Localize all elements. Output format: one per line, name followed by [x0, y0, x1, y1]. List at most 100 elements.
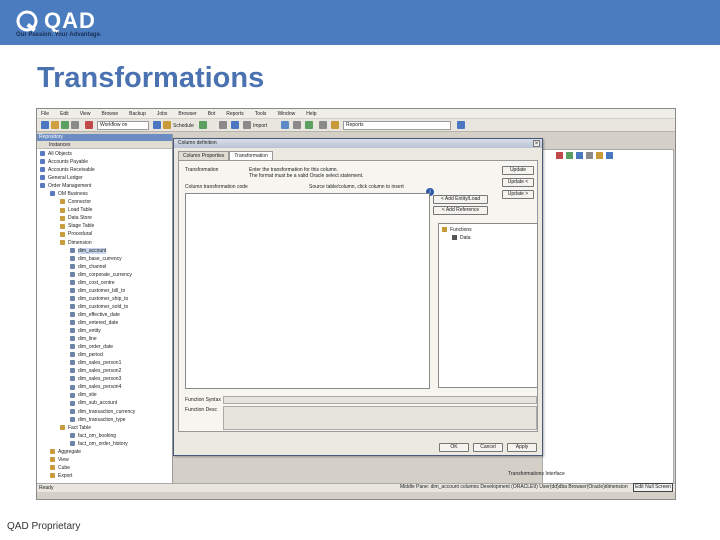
view-icon[interactable] [586, 152, 593, 159]
add-icon[interactable] [566, 152, 573, 159]
tree-item[interactable]: dim_cost_centre [37, 279, 173, 287]
workflow-field[interactable]: Workflow on [97, 121, 149, 130]
new-icon[interactable] [41, 121, 49, 129]
tab-transformation[interactable]: Transformation [229, 151, 273, 160]
tree-item[interactable]: dim_order_date [37, 343, 173, 351]
refresh-icon[interactable] [153, 121, 161, 129]
tree-item[interactable]: dim_corporate_currency [37, 271, 173, 279]
tree-item[interactable]: Cube [37, 464, 173, 472]
lock-icon[interactable] [243, 121, 251, 129]
menu-item-tools[interactable]: Tools [255, 111, 267, 117]
tree-item[interactable]: dim_base_currency [37, 255, 173, 263]
save-icon[interactable] [61, 121, 69, 129]
tree-item[interactable]: dim_transaction_type [37, 416, 173, 424]
tree-item[interactable]: dim_site [37, 391, 173, 399]
tree-item[interactable]: Accounts Payable [37, 158, 173, 166]
apply-button[interactable]: Apply [507, 443, 537, 452]
tree-tab-instances[interactable]: Instances [37, 141, 172, 149]
tree-item-label: Order Management [48, 183, 92, 190]
menu-item-jobs[interactable]: Jobs [157, 111, 168, 117]
tree-item[interactable]: View [37, 456, 173, 464]
import-label[interactable]: Import [253, 123, 267, 129]
tree-item[interactable]: fact_om_order_history [37, 440, 173, 448]
stop-icon[interactable] [85, 121, 93, 129]
menu-item-window[interactable]: Window [277, 111, 295, 117]
schedule-icon[interactable] [163, 121, 171, 129]
tree-item[interactable]: Aggregate [37, 448, 173, 456]
tree-item[interactable]: Load Table [37, 206, 173, 214]
schedule-label[interactable]: Schedule [173, 123, 194, 129]
ok-button[interactable]: OK [439, 443, 469, 452]
columns-icon[interactable] [293, 121, 301, 129]
tree-item[interactable]: Stage Table [37, 222, 173, 230]
tree-item-label: Cube [58, 464, 70, 471]
tree-item[interactable]: Fact Table [37, 424, 173, 432]
menu-item-bot[interactable]: Bot [208, 111, 216, 117]
tree-item-functions[interactable]: Functions [442, 227, 472, 233]
status-edit-button[interactable]: Edit Null Screen [633, 483, 673, 492]
tree-item-label: fact_om_order_history [78, 440, 128, 447]
tree-item[interactable]: dim_effective_date [37, 311, 173, 319]
menu-item-help[interactable]: Help [306, 111, 316, 117]
menu-item-browse[interactable]: Browse [101, 111, 118, 117]
print-icon[interactable] [71, 121, 79, 129]
tree-item[interactable]: Connector [37, 198, 173, 206]
copy-icon[interactable] [319, 121, 327, 129]
open-icon[interactable] [51, 121, 59, 129]
menu-item-backup[interactable]: Backup [129, 111, 146, 117]
tree-item[interactable]: dim_entered_date [37, 319, 173, 327]
tree-item[interactable]: dim_sub_account [37, 399, 173, 407]
menu-item-browser[interactable]: Browser [178, 111, 196, 117]
tree-item[interactable]: dim_sales_person2 [37, 367, 173, 375]
edit-icon[interactable] [576, 152, 583, 159]
menu-item-file[interactable]: File [41, 111, 49, 117]
reports-field[interactable]: Reports [343, 121, 451, 130]
tree-item[interactable]: fact_om_booking [37, 432, 173, 440]
tree-item[interactable]: dim_customer_bill_to [37, 287, 173, 295]
tree-item[interactable]: Export [37, 472, 173, 480]
filter-icon[interactable] [231, 121, 239, 129]
grid-icon[interactable] [281, 121, 289, 129]
add-entity-button[interactable]: < Add Entity/Load [433, 195, 488, 204]
tree-item[interactable]: All Objects [37, 150, 173, 158]
right-panel-tab[interactable]: Transformations Interface [508, 471, 565, 477]
menu-item-reports[interactable]: Reports [226, 111, 244, 117]
tree-item[interactable]: dim_customer_ship_to [37, 295, 173, 303]
tree-item[interactable]: dim_transaction_currency [37, 408, 173, 416]
tree-item[interactable]: dim_sales_person1 [37, 359, 173, 367]
tree-item[interactable]: dim_sales_person3 [37, 375, 173, 383]
tree-item[interactable]: dim_entity [37, 327, 173, 335]
tree-item[interactable]: Data Store [37, 214, 173, 222]
update-next-button[interactable]: Update > [502, 190, 534, 199]
transformation-code-input[interactable] [185, 193, 430, 389]
tree-item[interactable]: Dimension [37, 239, 173, 247]
tree-item[interactable]: dim_sales_person4 [37, 383, 173, 391]
tree-item[interactable]: Order Management [37, 182, 173, 190]
tree-item[interactable]: dim_line [37, 335, 173, 343]
tree-item[interactable]: dim_period [37, 351, 173, 359]
cancel-button[interactable]: Cancel [473, 443, 503, 452]
update-button[interactable]: Update [502, 166, 534, 175]
folder-icon[interactable] [596, 152, 603, 159]
tree-item-data[interactable]: Data [452, 235, 471, 241]
update-previous-button[interactable]: Update < [502, 178, 534, 187]
tree-item[interactable]: Procedural [37, 230, 173, 238]
properties-icon[interactable] [219, 121, 227, 129]
filter-icon[interactable] [606, 152, 613, 159]
tree-item[interactable]: General Ledger [37, 174, 173, 182]
tree-item[interactable]: dim_customer_sold_to [37, 303, 173, 311]
export-icon[interactable] [305, 121, 313, 129]
check-icon[interactable] [199, 121, 207, 129]
add-reference-button[interactable]: < Add Reference [433, 206, 488, 215]
tree-item[interactable]: dim_account [37, 247, 173, 255]
delete-icon[interactable] [556, 152, 563, 159]
tree-item[interactable]: dim_channel [37, 263, 173, 271]
report-icon[interactable] [331, 121, 339, 129]
close-icon[interactable]: × [533, 140, 540, 147]
run-icon[interactable] [457, 121, 465, 129]
tree-item[interactable]: Accounts Receivable [37, 166, 173, 174]
tree-item[interactable]: OM Business [37, 190, 173, 198]
tab-column-properties[interactable]: Column Properties [178, 151, 230, 160]
menu-item-edit[interactable]: Edit [60, 111, 69, 117]
menu-item-view[interactable]: View [80, 111, 91, 117]
